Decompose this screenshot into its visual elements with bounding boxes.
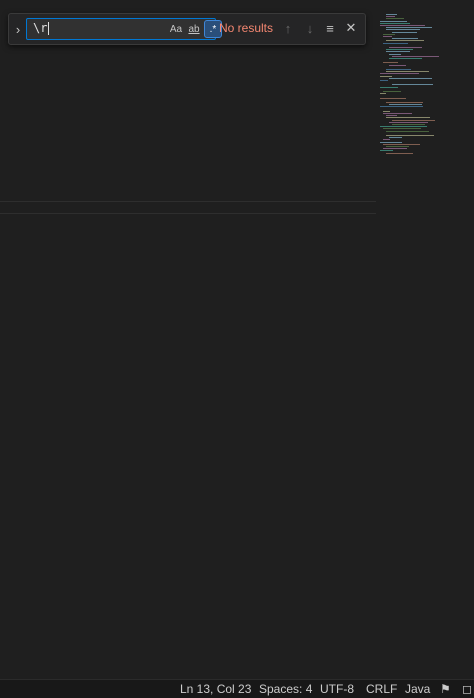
language-mode[interactable]: Java bbox=[405, 682, 430, 696]
minimap-code-line bbox=[386, 152, 414, 154]
minimap-code-line bbox=[386, 146, 409, 147]
minimap-code-line bbox=[386, 51, 411, 53]
minimap-code-line bbox=[380, 80, 388, 81]
text-caret bbox=[48, 22, 50, 35]
minimap-code-line bbox=[389, 47, 423, 48]
minimap-code-line bbox=[389, 137, 403, 139]
minimap-code-line bbox=[392, 31, 417, 33]
minimap-code-line bbox=[389, 77, 432, 79]
chevron-right-icon: › bbox=[15, 21, 21, 37]
minimap-code-line bbox=[392, 119, 436, 121]
minimap-code-line bbox=[380, 150, 393, 152]
minimap-code-line bbox=[386, 27, 433, 29]
minimap-code-line bbox=[386, 115, 398, 117]
previous-match-button[interactable]: ↑ bbox=[279, 20, 297, 36]
minimap-code-line bbox=[386, 69, 411, 70]
editor-divider bbox=[0, 201, 378, 202]
minimap-code-line bbox=[383, 139, 390, 141]
editor-divider bbox=[0, 213, 378, 214]
minimap-code-line bbox=[380, 73, 420, 75]
indentation-setting[interactable]: Spaces: 4 bbox=[259, 682, 312, 696]
minimap-code-line bbox=[383, 110, 391, 112]
minimap-code-line bbox=[389, 104, 422, 106]
minimap-code-line bbox=[383, 33, 396, 35]
minimap-code-line bbox=[389, 121, 429, 123]
minimap-code-line bbox=[386, 14, 397, 15]
arrow-down-icon: ↓ bbox=[306, 20, 314, 36]
close-icon: ✕ bbox=[345, 20, 357, 35]
minimap-code-line bbox=[392, 38, 418, 40]
minimap-code-line bbox=[386, 130, 430, 132]
find-widget: › \r Aa ab .* No results ↑ ↓ ≡ ✕ bbox=[8, 13, 366, 45]
find-query: \r bbox=[33, 21, 48, 35]
arrow-up-icon: ↑ bbox=[284, 20, 292, 36]
minimap-code-line bbox=[389, 64, 407, 66]
minimap-code-line bbox=[392, 124, 425, 125]
find-result-status: No results bbox=[219, 21, 274, 35]
selection-lines-icon: ≡ bbox=[326, 20, 334, 36]
minimap-code-line bbox=[380, 75, 393, 77]
minimap-code-line bbox=[389, 53, 401, 55]
minimap-code-line bbox=[386, 71, 429, 73]
minimap-code-line bbox=[383, 42, 408, 44]
minimap-code-line bbox=[386, 18, 404, 20]
find-input[interactable]: \r Aa ab .* bbox=[26, 18, 222, 40]
minimap-code-line bbox=[386, 102, 424, 103]
notifications-icon[interactable]: ◻ bbox=[462, 682, 472, 696]
match-case-button[interactable]: Aa bbox=[167, 21, 185, 37]
minimap-code-line bbox=[386, 16, 396, 18]
minimap-code-line bbox=[386, 49, 413, 51]
feedback-icon[interactable]: ⚑ bbox=[440, 682, 451, 696]
whole-word-button[interactable]: ab bbox=[185, 21, 203, 37]
minimap-code-line bbox=[380, 25, 426, 26]
toggle-replace-button[interactable]: › bbox=[11, 16, 25, 42]
minimap-code-line bbox=[380, 93, 387, 95]
minimap-code-line bbox=[383, 148, 407, 150]
next-match-button[interactable]: ↓ bbox=[301, 20, 319, 36]
close-find-button[interactable]: ✕ bbox=[342, 20, 360, 36]
status-bar: Ln 13, Col 23 Spaces: 4 UTF-8 CRLF Java … bbox=[0, 679, 474, 698]
minimap-code-line bbox=[380, 97, 407, 99]
minimap-code-line bbox=[383, 36, 393, 37]
cursor-position[interactable]: Ln 13, Col 23 bbox=[180, 682, 251, 696]
minimap[interactable] bbox=[376, 0, 474, 679]
minimap-code-line bbox=[383, 91, 402, 92]
minimap-code-line bbox=[386, 117, 431, 119]
minimap-code-line bbox=[380, 86, 398, 88]
minimap-code-line bbox=[386, 135, 434, 136]
minimap-code-line bbox=[383, 113, 412, 114]
minimap-code-line bbox=[380, 141, 403, 143]
encoding-setting[interactable]: UTF-8 bbox=[320, 682, 354, 696]
minimap-code-line bbox=[383, 128, 421, 130]
minimap-code-line bbox=[386, 29, 421, 31]
minimap-code-line bbox=[386, 40, 424, 42]
eol-setting[interactable]: CRLF bbox=[366, 682, 397, 696]
minimap-code-line bbox=[383, 143, 421, 145]
minimap-code-line bbox=[389, 58, 422, 59]
find-in-selection-button[interactable]: ≡ bbox=[321, 20, 339, 36]
minimap-code-line bbox=[392, 55, 439, 57]
minimap-code-line bbox=[380, 126, 427, 128]
minimap-code-line bbox=[380, 22, 410, 24]
minimap-code-line bbox=[380, 20, 407, 22]
minimap-code-line bbox=[380, 106, 423, 108]
minimap-code-line bbox=[392, 84, 434, 86]
minimap-code-line bbox=[383, 62, 399, 64]
